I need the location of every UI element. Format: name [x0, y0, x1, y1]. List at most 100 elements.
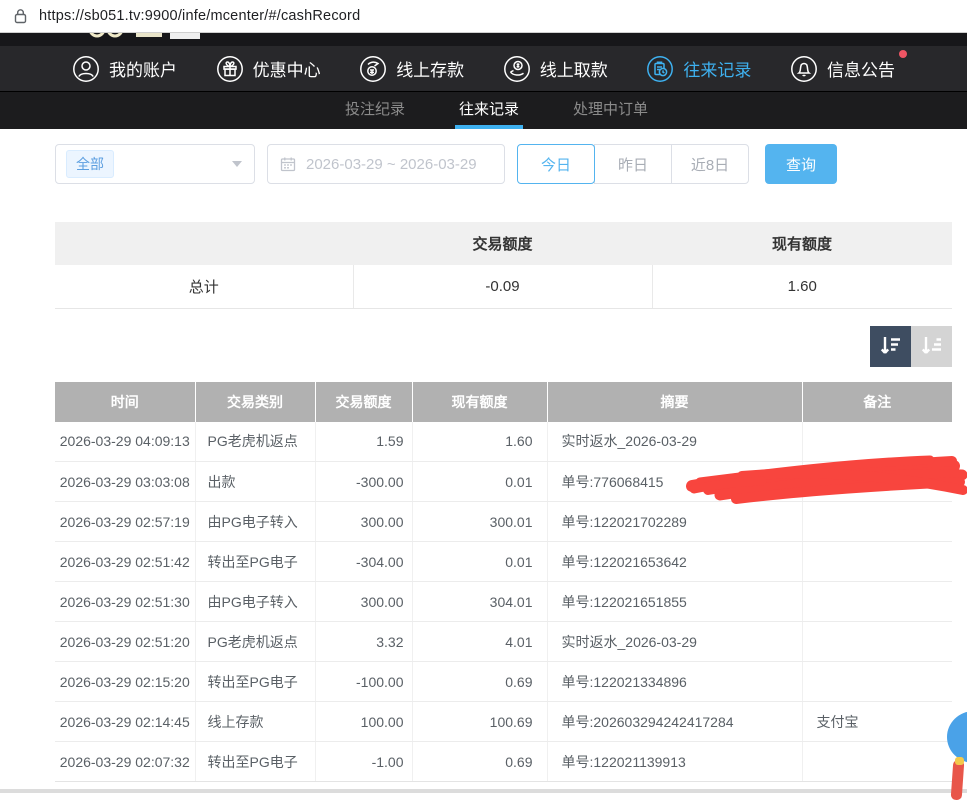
nav-item-deposit[interactable]: 线上存款: [359, 55, 464, 83]
nav-item-my-account[interactable]: 我的账户: [72, 55, 177, 83]
today-button[interactable]: 今日: [517, 144, 595, 184]
header-time: 时间: [55, 382, 195, 422]
table-row: 2026-03-29 02:51:30 由PG电子转入 300.00 304.0…: [55, 582, 952, 622]
cell-time: 2026-03-29 02:51:42: [55, 542, 195, 582]
cell-balance: 0.01: [412, 542, 547, 582]
table-row: 2026-03-29 03:03:08 出款 -300.00 0.01 单号:7…: [55, 462, 952, 502]
summary-header-empty: [55, 222, 353, 265]
table-row: 2026-03-29 02:51:42 转出至PG电子 -304.00 0.01…: [55, 542, 952, 582]
cell-note: [802, 662, 952, 702]
quick-button-label: 昨日: [618, 154, 648, 175]
summary-header-balance: 现有额度: [652, 222, 952, 265]
records-icon: [646, 55, 674, 83]
tab-transaction-records[interactable]: 往来记录: [455, 92, 523, 129]
withdraw-icon: [503, 55, 531, 83]
tab-bet-records[interactable]: 投注纪录: [341, 92, 409, 129]
cell-summary: 实时返水_2026-03-29: [547, 622, 802, 662]
cell-type: 线上存款: [195, 702, 315, 742]
cell-time: 2026-03-29 02:51:30: [55, 582, 195, 622]
summary-table: 交易额度 现有额度 总计 -0.09 1.60: [55, 222, 952, 309]
cell-time: 2026-03-29 03:03:08: [55, 462, 195, 502]
cell-note: 支付宝: [802, 702, 952, 742]
nav-item-transaction-records[interactable]: 往来记录: [646, 55, 751, 83]
cell-summary: 单号:122021334896: [547, 662, 802, 702]
cell-amount: 1.59: [315, 422, 412, 462]
cell-type: 由PG电子转入: [195, 582, 315, 622]
calendar-icon: [280, 156, 296, 172]
site-logo-partial: [84, 33, 224, 43]
cell-type: 由PG电子转入: [195, 502, 315, 542]
header-balance: 现有额度: [412, 382, 547, 422]
quick-button-label: 今日: [541, 154, 571, 175]
cell-balance: 304.01: [412, 582, 547, 622]
cell-time: 2026-03-29 02:14:45: [55, 702, 195, 742]
chevron-down-icon: [232, 161, 242, 167]
date-range-picker[interactable]: 2026-03-29 ~ 2026-03-29: [267, 144, 505, 184]
cell-amount: -304.00: [315, 542, 412, 582]
table-row: 2026-03-29 02:07:32 转出至PG电子 -1.00 0.69 单…: [55, 742, 952, 782]
summary-header-row: 交易额度 现有额度: [55, 222, 952, 265]
search-button[interactable]: 查询: [765, 144, 837, 184]
cell-type: 转出至PG电子: [195, 542, 315, 582]
sort-controls: [55, 326, 952, 367]
nav-label: 往来记录: [683, 56, 751, 81]
summary-header-transaction: 交易额度: [353, 222, 652, 265]
nav-item-withdraw[interactable]: 线上取款: [503, 55, 608, 83]
cell-balance: 4.01: [412, 622, 547, 662]
summary-total-label: 总计: [55, 265, 353, 308]
header-amount: 交易额度: [315, 382, 412, 422]
cell-summary: 单号:122021139913: [547, 742, 802, 782]
tab-pending-orders[interactable]: 处理中订单: [569, 92, 652, 129]
floating-widget-tail: [951, 760, 965, 800]
bell-icon: [790, 55, 818, 83]
cell-note: [802, 462, 952, 502]
header-note: 备注: [802, 382, 952, 422]
nav-label: 线上存款: [396, 56, 464, 81]
cell-type: PG老虎机返点: [195, 422, 315, 462]
cell-balance: 0.69: [412, 662, 547, 702]
header-type: 交易类别: [195, 382, 315, 422]
records-header-row: 时间 交易类别 交易额度 现有额度 摘要 备注: [55, 382, 952, 422]
cell-summary: 实时返水_2026-03-29: [547, 422, 802, 462]
cell-amount: 3.32: [315, 622, 412, 662]
tab-label: 往来记录: [459, 98, 519, 119]
cell-summary: 单号:776068415: [547, 462, 802, 502]
cell-balance: 100.69: [412, 702, 547, 742]
cell-balance: 300.01: [412, 502, 547, 542]
bottom-divider: [0, 789, 967, 793]
brand-strip: [0, 33, 967, 46]
cell-amount: -100.00: [315, 662, 412, 702]
selected-type-tag[interactable]: 全部: [66, 150, 114, 178]
cell-amount: 300.00: [315, 502, 412, 542]
nav-label: 信息公告: [827, 56, 895, 81]
url-text[interactable]: https://sb051.tv:9900/infe/mcenter/#/cas…: [39, 8, 360, 24]
cell-note: [802, 622, 952, 662]
records-table: 时间 交易类别 交易额度 现有额度 摘要 备注 2026-03-29 04:09…: [55, 382, 952, 783]
table-row: 2026-03-29 02:14:45 线上存款 100.00 100.69 单…: [55, 702, 952, 742]
cell-amount: -1.00: [315, 742, 412, 782]
last-8-days-button[interactable]: 近8日: [671, 144, 749, 184]
cell-time: 2026-03-29 04:09:13: [55, 422, 195, 462]
type-select[interactable]: 全部: [55, 144, 255, 184]
cell-summary: 单号:202603294242417284: [547, 702, 802, 742]
table-row: 2026-03-29 02:57:19 由PG电子转入 300.00 300.0…: [55, 502, 952, 542]
cell-balance: 0.01: [412, 462, 547, 502]
cell-note: [802, 742, 952, 782]
browser-address-bar[interactable]: https://sb051.tv:9900/infe/mcenter/#/cas…: [0, 0, 967, 33]
main-nav: 我的账户 优惠中心 线上存款 线上取款: [0, 46, 967, 92]
nav-item-promotions[interactable]: 优惠中心: [216, 55, 321, 83]
cell-amount: 300.00: [315, 582, 412, 622]
summary-balance-total: 1.60: [652, 265, 952, 308]
nav-item-announcements[interactable]: 信息公告: [790, 55, 895, 83]
yesterday-button[interactable]: 昨日: [594, 144, 672, 184]
cell-time: 2026-03-29 02:07:32: [55, 742, 195, 782]
cell-type: 出款: [195, 462, 315, 502]
quick-date-group: 今日 昨日 近8日: [517, 144, 749, 184]
sort-ascending-button[interactable]: [911, 326, 952, 367]
nav-label: 我的账户: [109, 56, 177, 81]
cell-note: [802, 502, 952, 542]
sort-ascending-icon: [920, 334, 944, 358]
summary-transaction-total: -0.09: [353, 265, 652, 308]
cell-balance: 1.60: [412, 422, 547, 462]
sort-descending-button[interactable]: [870, 326, 911, 367]
